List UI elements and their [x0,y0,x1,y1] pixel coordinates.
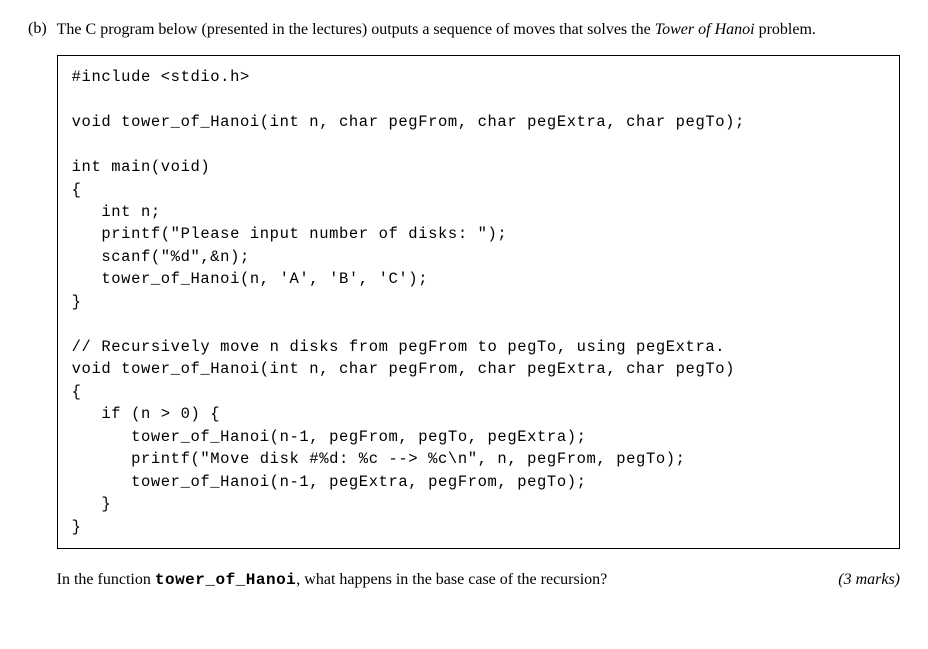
function-name: tower_of_Hanoi [155,571,296,589]
item-marker: (b) [28,18,47,40]
question-before: In the function [57,571,155,588]
question-row: In the function tower_of_Hanoi, what hap… [57,569,900,591]
intro-text-2: problem. [755,21,816,38]
marks-label: (3 marks) [838,571,900,589]
intro-text-1: The C program below (presented in the le… [57,21,655,38]
code-listing: #include <stdio.h> void tower_of_Hanoi(i… [57,55,900,549]
question-text: In the function tower_of_Hanoi, what hap… [57,569,608,591]
problem-block: (b) The C program below (presented in th… [28,18,900,591]
intro-italic: Tower of Hanoi [655,21,755,38]
item-body: The C program below (presented in the le… [57,18,900,591]
question-after: , what happens in the base case of the r… [296,571,607,588]
intro-paragraph: The C program below (presented in the le… [57,18,900,41]
